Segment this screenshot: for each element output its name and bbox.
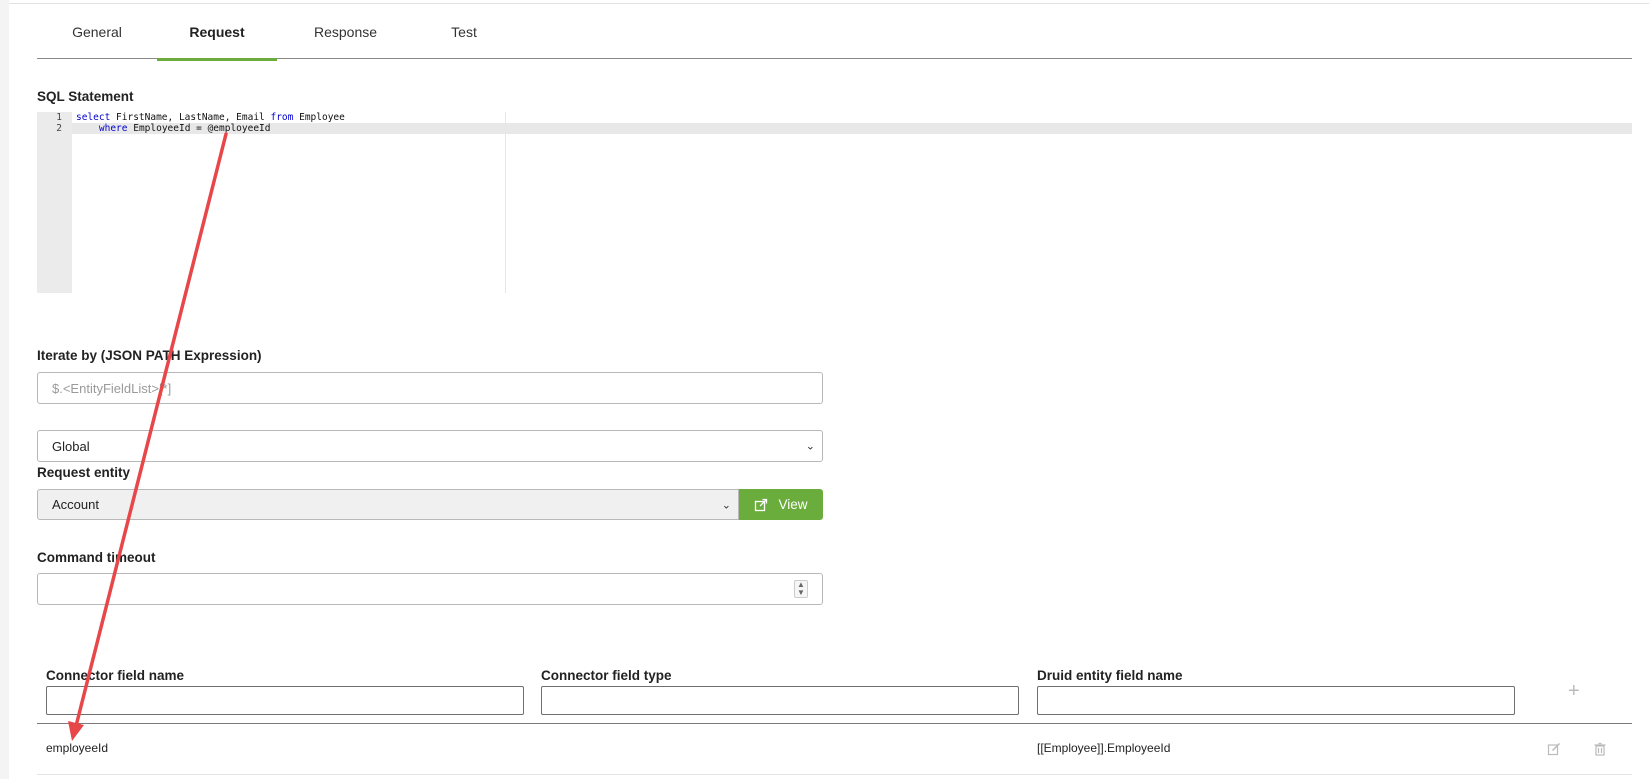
annotation-arrow-head [68,721,84,741]
view-entity-button[interactable]: View [739,489,823,520]
chevron-down-icon: ⌄ [805,440,815,453]
chevron-down-icon: ⌄ [721,499,731,511]
sql-text: Employee [293,112,345,123]
line-number: 1 [56,112,62,123]
line-number: 2 [56,123,62,134]
sql-editor[interactable]: 1 2 select FirstName, LastName, Email fr… [37,112,1632,293]
sql-keyword: where [98,123,128,134]
sql-keyword: from [270,112,294,123]
col-header-connector-field-name: Connector field name [46,668,185,683]
filter-druid-entity-field-name[interactable] [1037,686,1515,715]
sql-text: EmployeeId = @employeeId [127,123,271,134]
tab-bar: General Request Response Test [37,4,1632,61]
active-line-highlight [37,123,1632,134]
trash-icon[interactable] [1593,742,1607,756]
tab-request[interactable]: Request [157,4,277,61]
editor-gutter: 1 2 [37,112,72,293]
col-header-druid-entity-field-name: Druid entity field name [1037,668,1183,683]
code-line-1: select FirstName, LastName, Email from E… [76,112,345,123]
print-margin [505,112,506,293]
external-link-icon [755,498,768,511]
code-line-2: where EmployeeId = @employeeId [76,123,271,134]
scope-select-value: Global [52,438,90,454]
iterate-by-label: Iterate by (JSON PATH Expression) [37,348,262,363]
table-header-divider [37,723,1632,724]
request-entity-select[interactable]: Account ⌄ [37,489,739,520]
command-timeout-input[interactable]: ▲ ▼ [37,573,823,605]
cell-connector-field-name: employeeId [46,741,109,755]
edit-icon[interactable] [1547,742,1561,756]
left-margin-strip [0,0,9,779]
sql-keyword: select [76,112,111,123]
tab-general[interactable]: General [37,4,157,59]
number-spinner-icon[interactable]: ▲ ▼ [794,580,808,598]
table-row-divider [37,774,1632,775]
filter-connector-field-name[interactable] [46,686,524,715]
sql-indent [76,123,99,134]
col-header-connector-field-type: Connector field type [541,668,672,683]
iterate-by-placeholder: $.<EntityFieldList>[*] [52,380,172,396]
sql-statement-label: SQL Statement [37,89,134,104]
tab-test[interactable]: Test [414,4,514,59]
iterate-by-input[interactable]: $.<EntityFieldList>[*] [37,372,823,404]
command-timeout-label: Command timeout [37,550,156,565]
request-entity-value: Account [52,497,99,512]
plus-icon[interactable]: + [1568,680,1580,703]
cell-druid-entity-field-name: [[Employee]].EmployeeId [1037,741,1171,755]
view-button-label: View [778,497,808,512]
filter-connector-field-type[interactable] [541,686,1019,715]
request-entity-label: Request entity [37,465,131,480]
scope-select[interactable]: Global ⌄ [37,430,823,462]
tab-response[interactable]: Response [277,4,414,59]
sql-text: FirstName, LastName, Email [110,112,271,123]
